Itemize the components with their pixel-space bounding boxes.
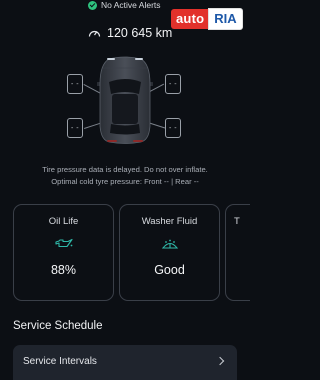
oil-life-card[interactable]: Oil Life 88%	[13, 204, 114, 301]
oil-life-value: 88%	[50, 263, 77, 277]
odometer: 120 645 km	[88, 26, 172, 40]
odometer-value: 120 645 km	[107, 26, 173, 40]
washer-fluid-value: Good	[154, 263, 185, 277]
tyre-pressure-note: Tire pressure data is delayed. Do not ov…	[10, 164, 240, 187]
watermark-part1: auto	[171, 9, 209, 29]
tyre-pressure-value: - -	[71, 81, 80, 88]
autoria-watermark-logo: auto RIA	[171, 8, 243, 30]
check-circle-icon	[88, 0, 97, 10]
service-schedule-heading: Service Schedule	[13, 320, 103, 332]
washer-fluid-card[interactable]: Washer Fluid Good	[119, 204, 220, 301]
service-intervals-row[interactable]: Service Intervals	[13, 345, 237, 380]
tyre-note-line1: Tire pressure data is delayed. Do not ov…	[42, 165, 208, 174]
oil-can-icon	[54, 238, 73, 248]
watermark-part2: RIA	[208, 8, 243, 30]
washer-fluid-title: Washer Fluid	[141, 216, 198, 227]
speedometer-icon	[88, 30, 101, 37]
tyre-pressure-value: - -	[169, 125, 178, 132]
chevron-right-icon	[215, 356, 225, 366]
tyre-pressure-front-right: - -	[165, 74, 181, 94]
vehicle-status-screen: No Active Alerts auto RIA 120 645 km - -…	[0, 0, 250, 380]
alerts-status-label: No Active Alerts	[101, 0, 161, 10]
tyre-pressure-front-left: - -	[67, 74, 83, 94]
tyre-note-line2: Optimal cold tyre pressure: Front -- | R…	[51, 176, 199, 186]
tyre-pressure-value: - -	[71, 125, 80, 132]
service-intervals-label: Service Intervals	[23, 356, 97, 367]
status-card-partial[interactable]: T	[225, 204, 250, 301]
oil-life-title: Oil Life	[48, 216, 79, 227]
tyre-pressure-value: - -	[169, 81, 178, 88]
car-top-view-image	[97, 56, 153, 144]
alerts-status[interactable]: No Active Alerts	[88, 0, 161, 10]
tyre-pressure-rear-left: - -	[67, 118, 83, 138]
tyre-pressure-rear-right: - -	[165, 118, 181, 138]
status-card-partial-title: T	[234, 216, 240, 227]
washer-fluid-icon	[161, 239, 178, 249]
